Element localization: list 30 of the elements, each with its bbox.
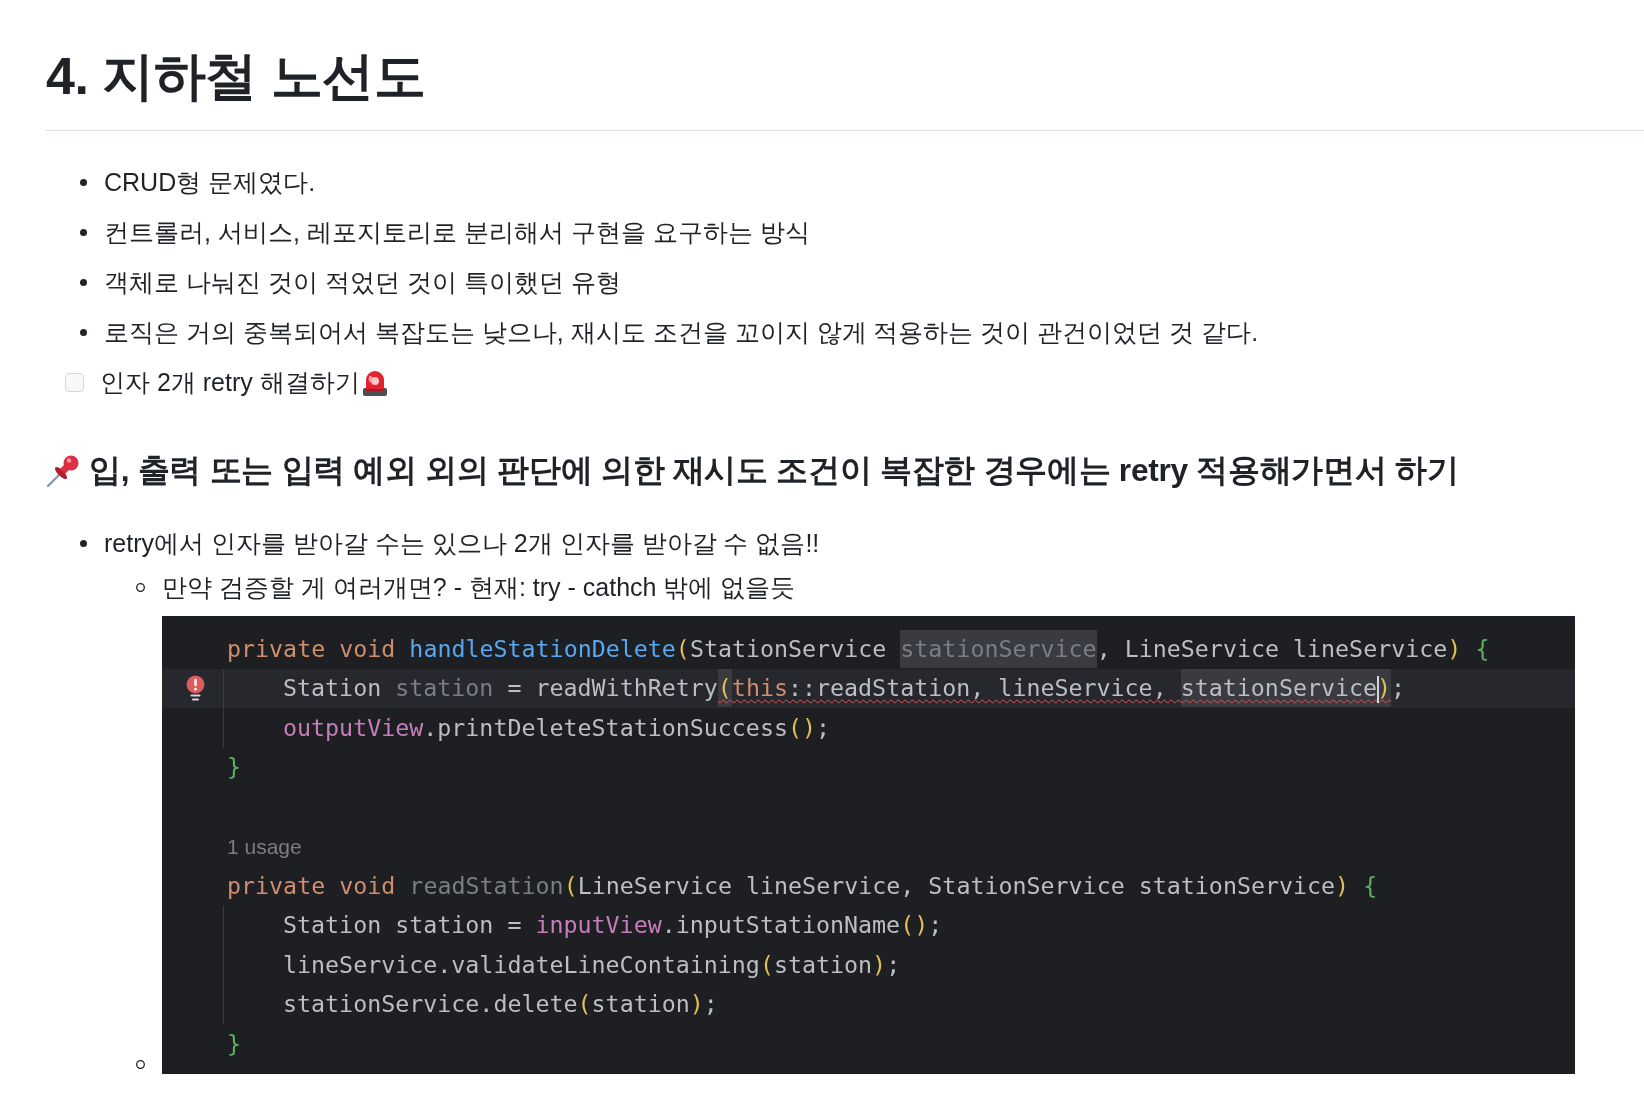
bullet-text: 로직은 거의 중복되어서 복잡도는 낮으나, 재시도 조건을 꼬이지 않게 적용하는 것이 관건이었던 것 같다. bbox=[104, 316, 1259, 348]
code-line: lineService.validateLineContaining(station); bbox=[283, 949, 901, 980]
siren-icon bbox=[361, 368, 388, 396]
bullet-icon bbox=[80, 539, 87, 547]
code-line: stationService.delete(station); bbox=[283, 989, 718, 1020]
code-line: } bbox=[227, 1028, 242, 1059]
bullet-text: 컨트롤러, 서비스, 레포지토리로 분리해서 구현을 요구하는 방식 bbox=[104, 216, 810, 248]
code-line: private void handleStationDelete(StationService stationService, LineService lineService) { bbox=[227, 629, 1490, 668]
bullet-icon bbox=[80, 178, 87, 186]
sub-bullet-text: 만약 검증할 게 여러개면? - 현재: try - cathch 밖에 없을듯 bbox=[162, 571, 796, 603]
code-line: Station station = readWithRetry(this::readStation, lineService, stationService); bbox=[283, 669, 1406, 708]
circle-bullet-icon bbox=[136, 1059, 145, 1069]
page-heading: 4. 지하철 노선도 bbox=[46, 46, 426, 107]
bullet-text: 객체로 나눠진 것이 적었던 것이 특이했던 유형 bbox=[104, 266, 621, 298]
bullet-text: CRUD형 문제였다. bbox=[104, 166, 316, 198]
circle-bullet-icon bbox=[136, 582, 145, 592]
code-line: } bbox=[227, 752, 242, 783]
code-line: outputView.printDeleteStationSuccess(); bbox=[283, 712, 831, 743]
code-line: Station station = inputView.inputStationName(); bbox=[283, 910, 943, 941]
pushpin-icon bbox=[46, 454, 80, 488]
error-bulb-icon bbox=[186, 675, 205, 702]
section-heading: 입, 출력 또는 입력 예외 외의 판단에 의한 재시도 조건이 복잡한 경우에는 retry 적용해가면서 하기 bbox=[89, 451, 1459, 491]
bullet-icon bbox=[80, 278, 87, 286]
bullet-text: retry에서 인자를 받아갈 수는 있으나 2개 인자를 받아갈 수 없음!! bbox=[104, 527, 820, 559]
bullet-icon bbox=[80, 228, 87, 236]
code-line: private void readStation(LineService lineService, StationService stationService) { bbox=[227, 870, 1378, 901]
usage-hint[interactable]: 1 usage bbox=[227, 833, 302, 859]
bullet-icon bbox=[80, 328, 87, 336]
checkbox[interactable] bbox=[65, 372, 84, 392]
todo-label: 인자 2개 retry 해결하기 bbox=[100, 366, 360, 398]
